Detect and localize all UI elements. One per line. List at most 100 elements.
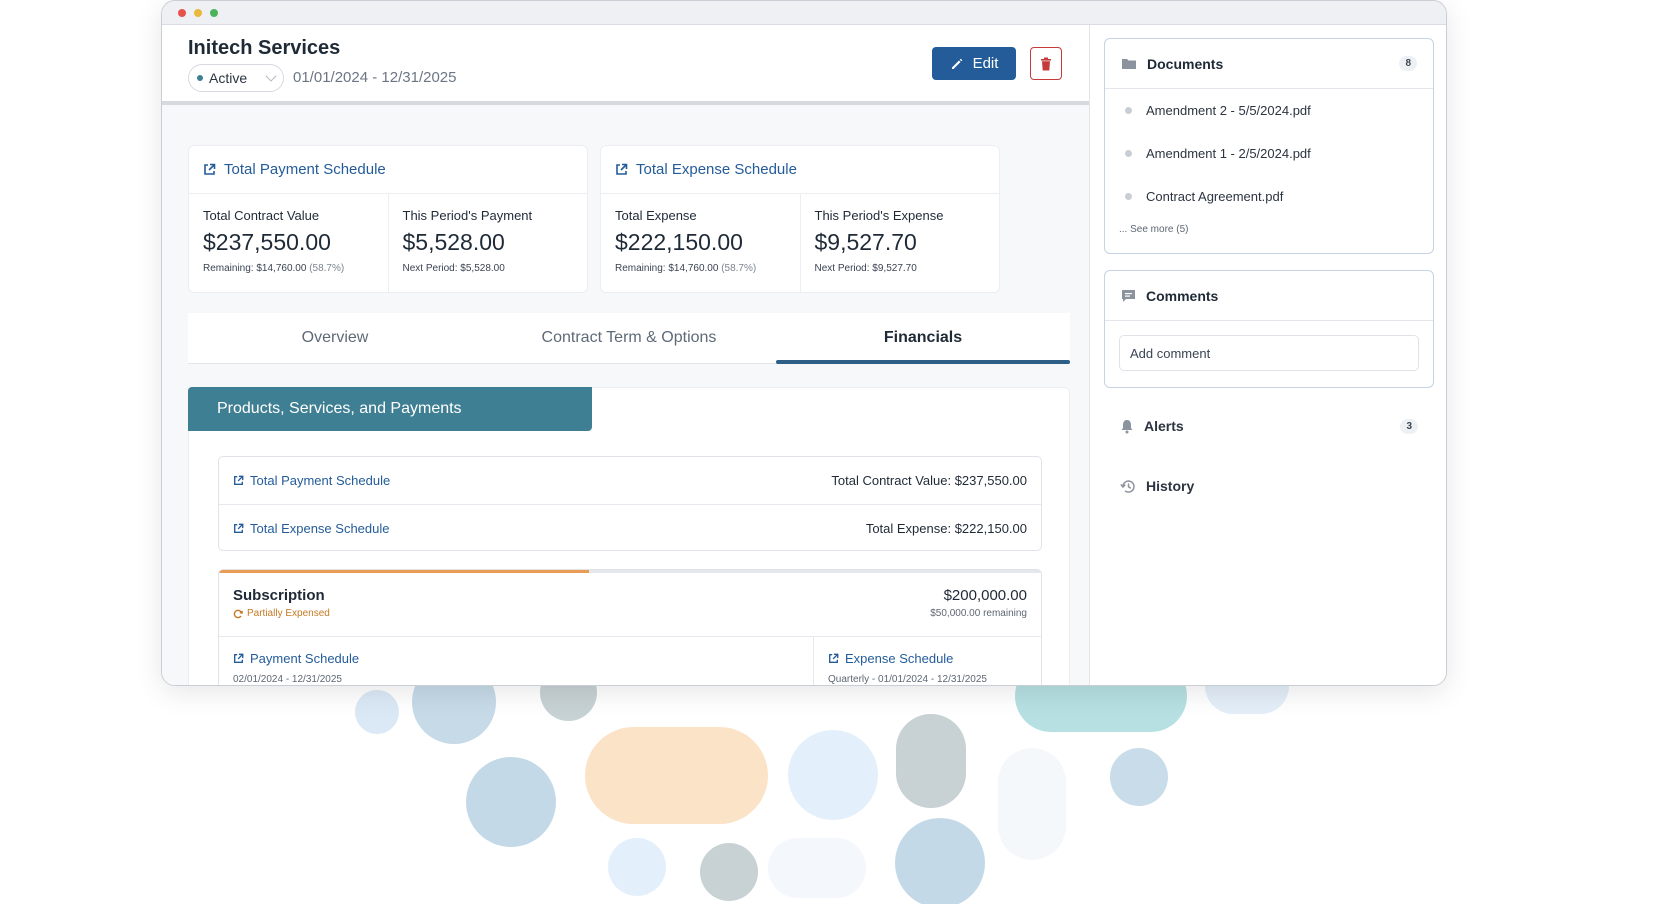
alerts-title: Alerts: [1144, 418, 1184, 434]
page-title: Initech Services: [188, 37, 341, 59]
status-label: Active: [209, 70, 248, 86]
schedule-summary: Total Payment Schedule Total Contract Va…: [218, 456, 1042, 551]
decorative-blob: [700, 843, 758, 901]
bell-icon: [1121, 419, 1133, 433]
bullet-icon: [1125, 150, 1132, 157]
status-dot-icon: [197, 75, 203, 81]
products-services-panel: Products, Services, and Payments Total P…: [188, 387, 1070, 685]
decorative-blob: [585, 727, 768, 824]
decorative-blob: [355, 690, 399, 734]
window-titlebar: [162, 1, 1446, 25]
subscription-card: Subscription Partially Expensed $200,000…: [218, 569, 1042, 685]
expense-progress-bar: [219, 570, 1041, 573]
history-item[interactable]: History: [1104, 466, 1434, 506]
panel-title: Products, Services, and Payments: [188, 387, 592, 431]
decorative-blob: [998, 748, 1066, 860]
total-payment-schedule-link[interactable]: Total Payment Schedule: [189, 146, 587, 194]
status-dropdown[interactable]: Active: [188, 64, 284, 92]
stat-percent: (58.7%): [309, 263, 345, 274]
stat-subtext: Next Period: $9,527.70: [814, 263, 917, 274]
stat-label: Total Expense: [615, 208, 697, 223]
comments-title: Comments: [1146, 287, 1219, 304]
subscription-remaining: $50,000.00 remaining: [930, 608, 1027, 619]
alerts-item[interactable]: Alerts 3: [1104, 406, 1434, 446]
tab-overview[interactable]: Overview: [188, 313, 482, 363]
stat-subtext: Remaining: $14,760.00 (58.7%): [203, 263, 374, 274]
comment-input[interactable]: Add comment: [1119, 335, 1419, 371]
decorative-blob: [896, 714, 966, 808]
document-name: Amendment 1 - 2/5/2024.pdf: [1146, 146, 1311, 161]
decorative-blob: [466, 757, 556, 847]
stat-subtext-text: Remaining: $14,760.00: [203, 263, 307, 274]
documents-title: Documents: [1147, 55, 1224, 72]
subscription-amount: $200,000.00: [943, 587, 1027, 604]
contract-dates: 01/01/2024 - 12/31/2025: [293, 69, 457, 86]
schedule-meta: 02/01/2024 - 12/31/2025: [233, 674, 342, 685]
stat-value: $222,150.00: [615, 229, 743, 255]
comments-header: Comments: [1105, 271, 1433, 321]
list-item[interactable]: Amendment 1 - 2/5/2024.pdf: [1105, 132, 1433, 175]
document-name: Contract Agreement.pdf: [1146, 189, 1284, 204]
app-window: Initech Services Active 01/01/2024 - 12/…: [161, 0, 1447, 686]
stat-percent: (58.7%): [721, 263, 757, 274]
alerts-count-badge: 3: [1400, 418, 1418, 434]
status-text: Partially Expensed: [247, 608, 330, 619]
expense-schedule-link[interactable]: Expense Schedule: [828, 651, 987, 666]
row-value: Total Expense: $222,150.00: [865, 520, 1027, 536]
this-period-payment: This Period's Payment $5,528.00 Next Per…: [387, 194, 588, 292]
maximize-window-dot[interactable]: [210, 8, 218, 17]
documents-panel: Documents 8 Amendment 2 - 5/5/2024.pdf A…: [1104, 38, 1434, 254]
link-label: Expense Schedule: [845, 651, 954, 666]
stat-value: $237,550.00: [203, 229, 331, 255]
comment-icon: [1122, 289, 1135, 302]
total-payment-schedule-link[interactable]: Total Payment Schedule: [233, 473, 390, 488]
stat-subtext-text: Remaining: $14,760.00: [615, 263, 719, 274]
tab-contract-term-options[interactable]: Contract Term & Options: [482, 313, 776, 363]
bullet-icon: [1125, 193, 1132, 200]
progress-fill: [219, 570, 589, 573]
decorative-blob: [788, 730, 878, 820]
delete-button[interactable]: [1030, 47, 1062, 80]
documents-header[interactable]: Documents 8: [1105, 39, 1433, 89]
stat-value: $9,527.70: [814, 229, 917, 255]
card-title: Total Payment Schedule: [224, 161, 386, 178]
tab-financials[interactable]: Financials: [776, 313, 1070, 364]
decorative-blob: [768, 838, 866, 898]
external-link-icon: [234, 653, 244, 663]
page: Initech Services Active 01/01/2024 - 12/…: [0, 0, 1680, 904]
payment-schedule-link[interactable]: Payment Schedule: [233, 651, 799, 666]
list-item[interactable]: Amendment 2 - 5/5/2024.pdf: [1105, 89, 1433, 132]
payment-schedule-column: Payment Schedule 02/01/2024 - 12/31/2025: [219, 637, 814, 685]
link-label: Payment Schedule: [250, 651, 360, 666]
close-window-dot[interactable]: [178, 8, 186, 17]
edit-button[interactable]: Edit: [932, 47, 1016, 80]
external-link-icon: [204, 163, 216, 175]
payment-summary-card: Total Payment Schedule Total Contract Va…: [188, 145, 588, 293]
history-icon: [1120, 479, 1135, 493]
stat-subtext: Remaining: $14,760.00 (58.7%): [615, 263, 786, 274]
link-label: Total Expense Schedule: [250, 520, 390, 536]
list-item[interactable]: Contract Agreement.pdf: [1105, 175, 1433, 218]
stat-subtext: Next Period: $5,528.00: [402, 263, 505, 274]
right-sidebar: Documents 8 Amendment 2 - 5/5/2024.pdf A…: [1090, 25, 1446, 685]
total-expense-schedule-link[interactable]: Total Expense Schedule: [601, 146, 999, 194]
row-value: Total Contract Value: $237,550.00: [831, 473, 1027, 488]
external-link-icon: [234, 475, 244, 485]
subscription-status: Partially Expensed: [233, 608, 330, 619]
total-expense-schedule-link[interactable]: Total Expense Schedule: [233, 521, 389, 536]
total-contract-value: Total Contract Value $237,550.00 Remaini…: [189, 194, 388, 292]
stat-value: $5,528.00: [402, 229, 505, 255]
decorative-blob: [608, 838, 666, 896]
see-more-link[interactable]: ... See more (5): [1105, 224, 1433, 235]
external-link-icon: [234, 523, 244, 533]
chevron-down-icon: [265, 70, 277, 82]
link-label: Total Payment Schedule: [250, 473, 391, 488]
subscription-schedules: Payment Schedule 02/01/2024 - 12/31/2025…: [219, 636, 1041, 685]
refresh-icon: [233, 609, 243, 618]
minimize-window-dot[interactable]: [194, 8, 202, 17]
stat-label: Total Contract Value: [203, 208, 320, 223]
expense-summary-card: Total Expense Schedule Total Expense $22…: [600, 145, 1000, 293]
stat-label: This Period's Payment: [402, 208, 533, 223]
history-title: History: [1146, 478, 1195, 494]
card-title: Total Expense Schedule: [636, 161, 797, 178]
